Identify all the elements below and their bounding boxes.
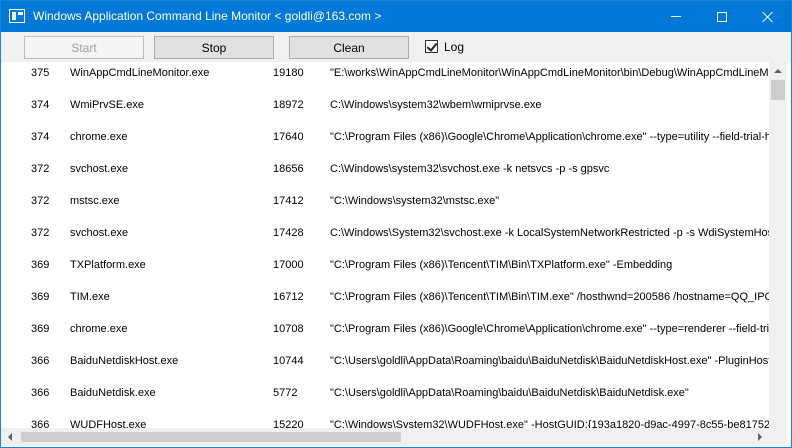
maximize-icon — [717, 11, 727, 22]
process-row[interactable]: 366 WUDFHost.exe 15220 "C:\Windows\System32… — [1, 416, 769, 428]
process-count: 372 — [31, 163, 50, 175]
process-count: 372 — [31, 227, 50, 239]
process-row[interactable]: 366 BaiduNetdisk.exe 5772 "C:\Users\goldli\… — [1, 384, 769, 404]
horizontal-scroll-thumb[interactable] — [21, 432, 401, 442]
process-name: TIM.exe — [70, 291, 110, 303]
process-pid: 17000 — [273, 259, 304, 271]
process-count: 374 — [31, 99, 50, 111]
process-row[interactable]: 374 chrome.exe 17640 "C:\Program Files (x86… — [1, 128, 769, 148]
clean-button[interactable]: Clean — [289, 36, 409, 59]
minimize-button[interactable] — [653, 1, 699, 32]
vertical-scrollbar[interactable] — [769, 62, 787, 446]
process-pid: 10708 — [273, 323, 304, 335]
process-name: WUDFHost.exe — [70, 419, 147, 428]
close-icon — [762, 11, 774, 23]
process-pid: 16712 — [273, 291, 304, 303]
process-count: 372 — [31, 195, 50, 207]
process-command-line: "C:\Windows\system32\mstsc.exe" — [330, 195, 500, 207]
process-pid: 19180 — [273, 67, 304, 79]
process-name: mstsc.exe — [70, 195, 120, 207]
start-button[interactable]: Start — [24, 36, 144, 59]
scroll-right-arrow-icon — [758, 433, 762, 441]
process-row[interactable]: 369 TXPlatform.exe 17000 "C:\Program Files … — [1, 256, 769, 276]
horizontal-scrollbar[interactable] — [1, 428, 769, 446]
process-row[interactable]: 372 svchost.exe 18656 C:\Windows\system32\s… — [1, 160, 769, 180]
process-count: 374 — [31, 131, 50, 143]
process-command-line: "C:\Program Files (x86)\Google\Chrome\Ap… — [330, 131, 769, 143]
process-count: 375 — [31, 67, 50, 79]
scroll-right-button[interactable] — [751, 428, 769, 446]
vertical-scroll-thumb[interactable] — [771, 80, 785, 100]
process-row[interactable]: 369 TIM.exe 16712 "C:\Program Files (x86)\T… — [1, 288, 769, 308]
process-command-line: C:\Windows\System32\svchost.exe -k Local… — [330, 227, 769, 239]
process-name: BaiduNetdiskHost.exe — [70, 355, 179, 367]
app-window-icon — [9, 9, 25, 23]
process-pid: 17640 — [273, 131, 304, 143]
process-name: chrome.exe — [70, 323, 128, 335]
maximize-button[interactable] — [699, 1, 745, 32]
close-button[interactable] — [745, 1, 791, 32]
process-count: 366 — [31, 355, 50, 367]
process-row[interactable]: 374 WmiPrvSE.exe 18972 C:\Windows\system32\… — [1, 96, 769, 116]
log-checkbox[interactable] — [425, 40, 438, 53]
toolbar: Start Stop Clean Log — [1, 32, 791, 62]
process-name: WmiPrvSE.exe — [70, 99, 144, 111]
process-pid: 17412 — [273, 195, 304, 207]
process-pid: 5772 — [273, 387, 298, 399]
minimize-icon — [671, 16, 681, 17]
window-title: Windows Application Command Line Monitor… — [33, 9, 382, 23]
scroll-up-button[interactable] — [769, 62, 787, 80]
process-list[interactable]: 375 WinAppCmdLineMonitor.exe 19180 "E:\work… — [1, 62, 769, 428]
process-name: BaiduNetdisk.exe — [70, 387, 156, 399]
scroll-left-button[interactable] — [1, 428, 19, 446]
process-row[interactable]: 372 mstsc.exe 17412 "C:\Windows\system32\ms… — [1, 192, 769, 212]
stop-button[interactable]: Stop — [154, 36, 274, 59]
process-command-line: C:\Windows\system32\svchost.exe -k netsv… — [330, 163, 610, 175]
process-count: 366 — [31, 387, 50, 399]
scrollbar-corner — [769, 428, 787, 446]
process-pid: 17428 — [273, 227, 304, 239]
process-row[interactable]: 369 chrome.exe 10708 "C:\Program Files (x86… — [1, 320, 769, 340]
process-pid: 10744 — [273, 355, 304, 367]
process-pid: 18972 — [273, 99, 304, 111]
process-command-line: "C:\Users\goldli\AppData\Roaming\baidu\B… — [330, 355, 769, 367]
process-pid: 18656 — [273, 163, 304, 175]
scroll-up-arrow-icon — [774, 69, 782, 73]
process-row[interactable]: 372 svchost.exe 17428 C:\Windows\System32\s… — [1, 224, 769, 244]
process-command-line: "C:\Windows\System32\WUDFHost.exe" -Host… — [330, 419, 769, 428]
process-count: 369 — [31, 259, 50, 271]
process-pid: 15220 — [273, 419, 304, 428]
process-name: WinAppCmdLineMonitor.exe — [70, 67, 210, 79]
process-count: 366 — [31, 419, 50, 428]
process-command-line: C:\Windows\system32\wbem\wmiprvse.exe — [330, 99, 542, 111]
scroll-left-arrow-icon — [8, 433, 12, 441]
process-name: svchost.exe — [70, 163, 129, 175]
log-checkbox-label[interactable]: Log — [444, 40, 464, 54]
process-name: chrome.exe — [70, 131, 128, 143]
process-command-line: "C:\Program Files (x86)\Tencent\TIM\Bin\… — [330, 259, 673, 271]
title-bar[interactable]: Windows Application Command Line Monitor… — [1, 1, 791, 32]
process-row[interactable]: 375 WinAppCmdLineMonitor.exe 19180 "E:\work… — [1, 64, 769, 84]
process-name: TXPlatform.exe — [70, 259, 146, 271]
process-count: 369 — [31, 323, 50, 335]
process-command-line: "E:\works\WinAppCmdLineMonitor\WinAppCmd… — [330, 67, 769, 79]
process-name: svchost.exe — [70, 227, 129, 239]
process-command-line: "C:\Program Files (x86)\Google\Chrome\Ap… — [330, 323, 769, 335]
process-command-line: "C:\Program Files (x86)\Tencent\TIM\Bin\… — [330, 291, 769, 303]
process-count: 369 — [31, 291, 50, 303]
process-row[interactable]: 366 BaiduNetdiskHost.exe 10744 "C:\Users\go… — [1, 352, 769, 372]
process-command-line: "C:\Users\goldli\AppData\Roaming\baidu\B… — [330, 387, 689, 399]
app-window: Windows Application Command Line Monitor… — [0, 0, 792, 448]
